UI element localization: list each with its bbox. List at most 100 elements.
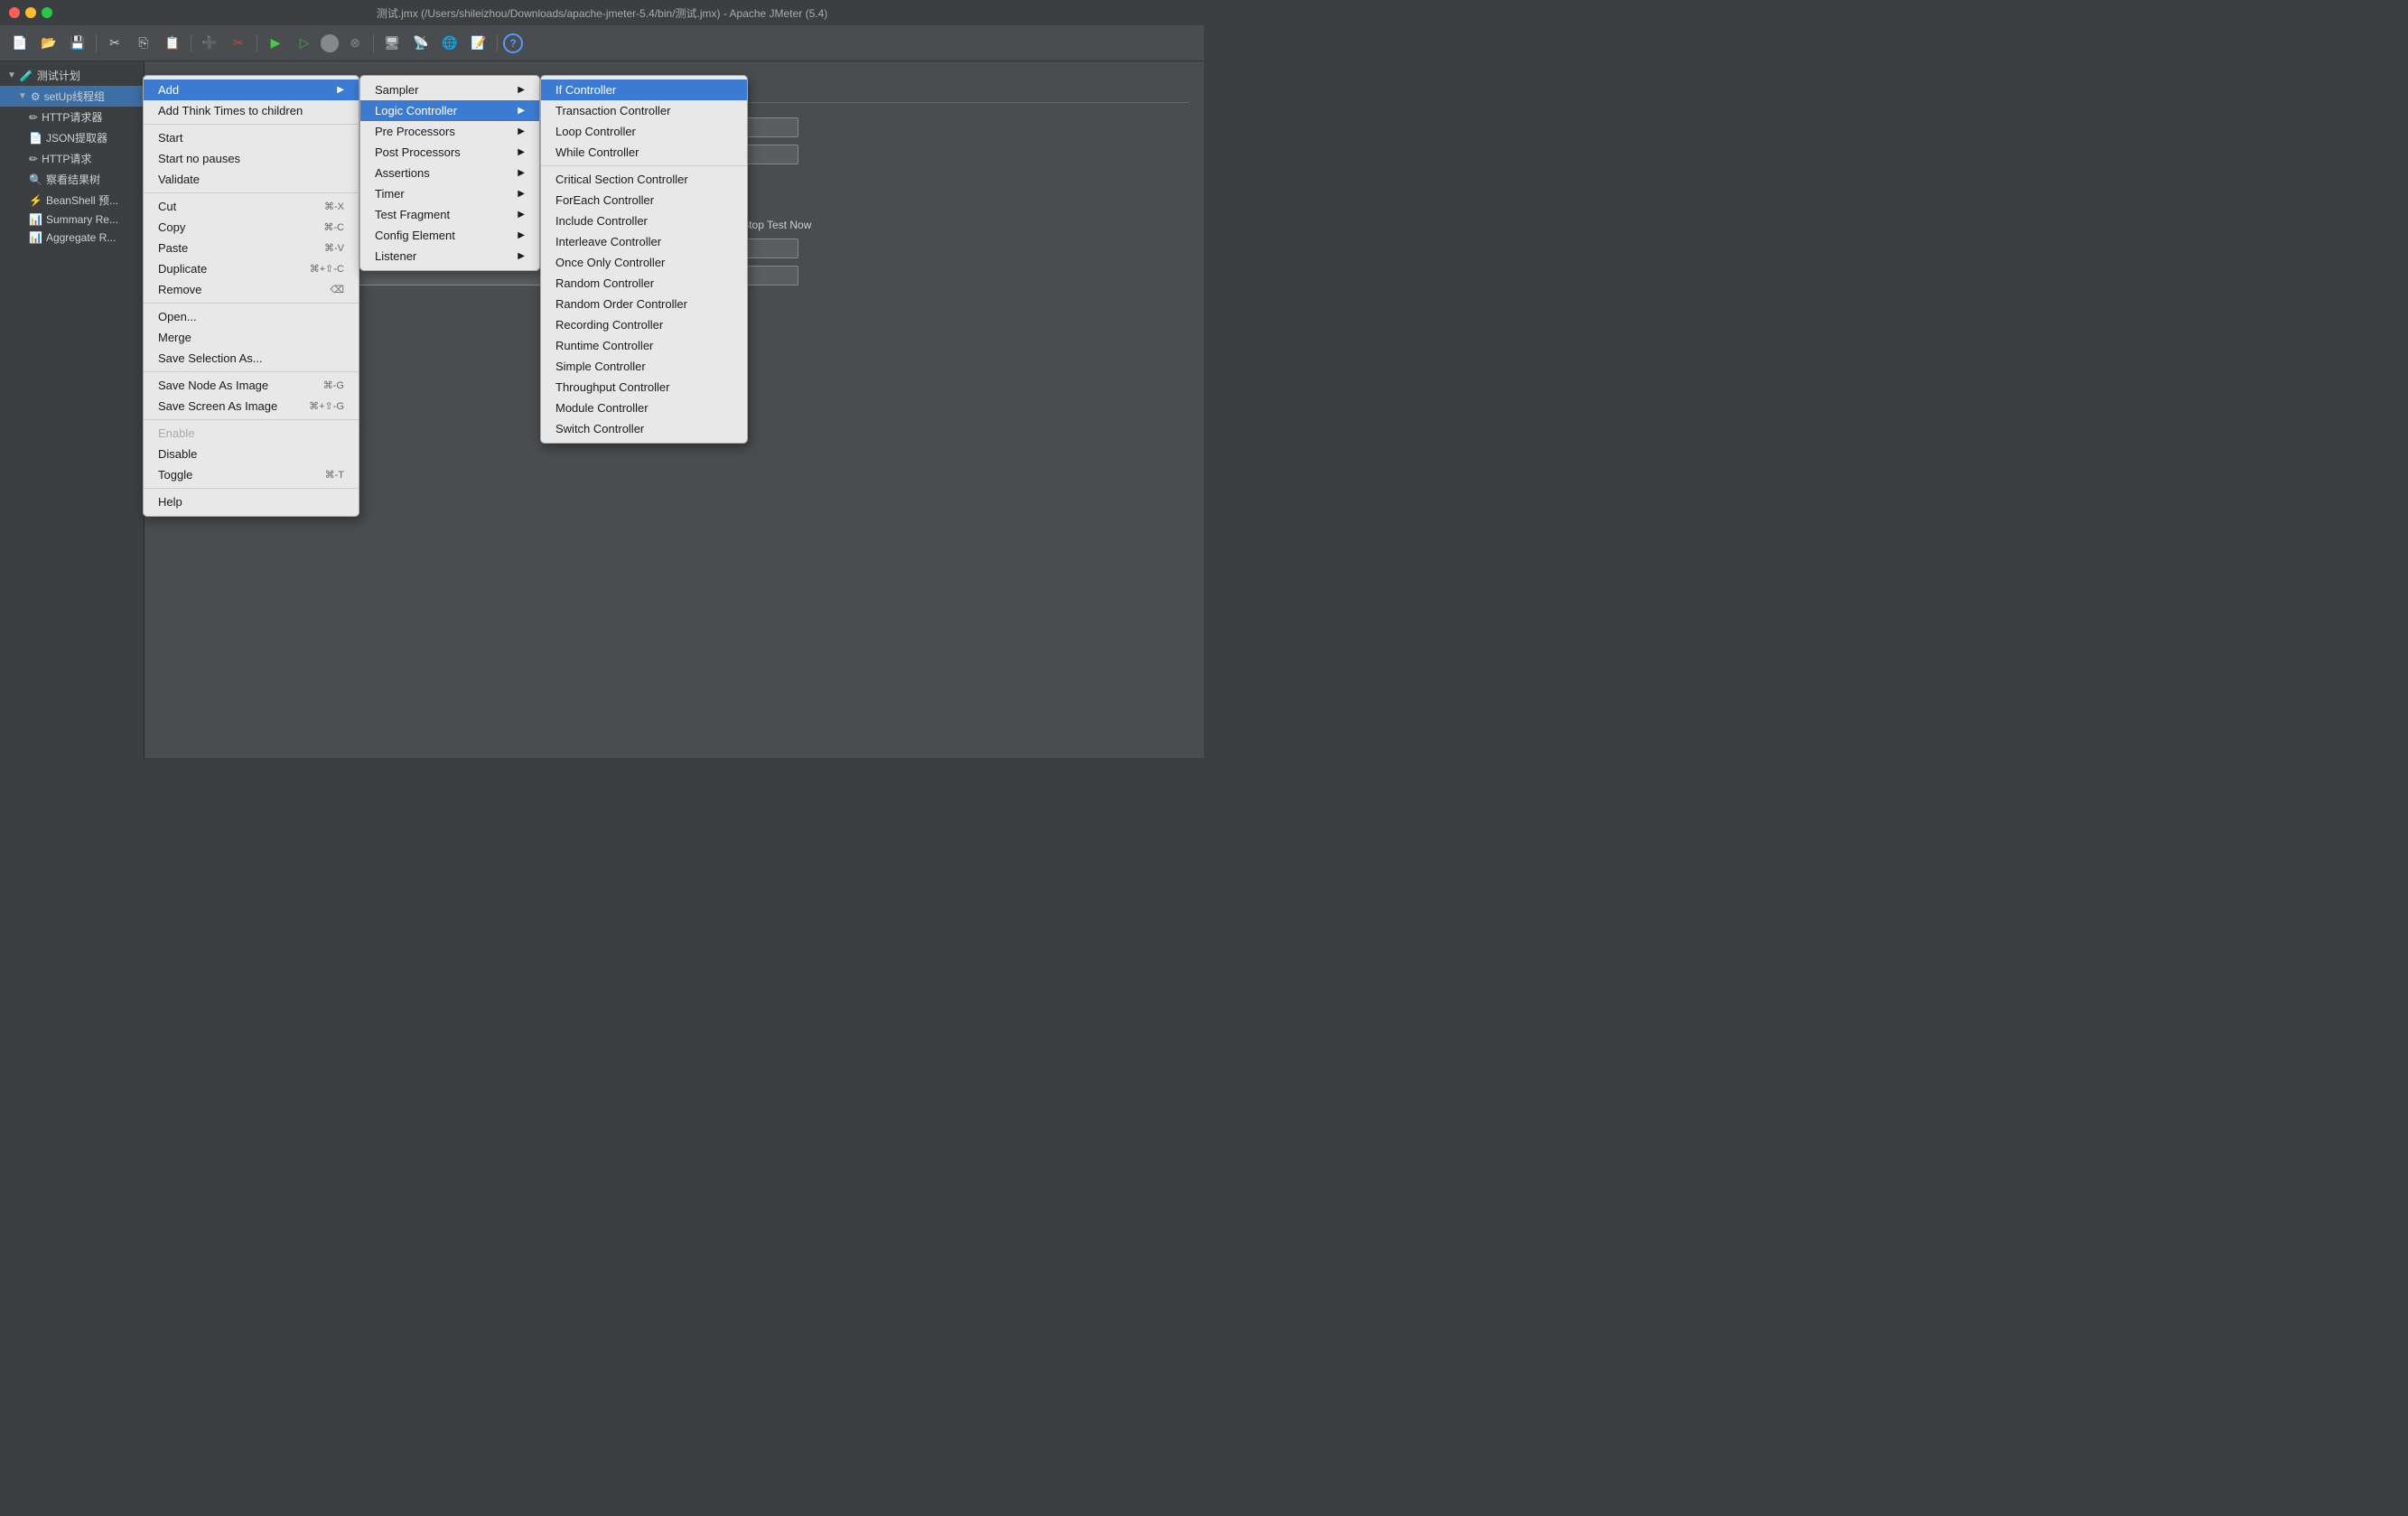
critical-section-label: Critical Section Controller	[555, 173, 733, 186]
duplicate-label: Duplicate	[158, 262, 281, 276]
context-menu-item-save-screen-image[interactable]: Save Screen As Image ⌘+⇧-G	[144, 396, 359, 416]
simple-controller-label: Simple Controller	[555, 360, 733, 373]
logic-module-controller[interactable]: Module Controller	[541, 398, 747, 418]
save-selection-label: Save Selection As...	[158, 351, 344, 365]
module-controller-label: Module Controller	[555, 401, 733, 415]
while-controller-label: While Controller	[555, 145, 733, 159]
add-submenu-logic-controller[interactable]: Logic Controller ▶	[360, 100, 539, 121]
test-fragment-label: Test Fragment	[375, 208, 503, 221]
copy-label: Copy	[158, 220, 294, 234]
context-menu-item-help[interactable]: Help	[144, 491, 359, 512]
switch-controller-label: Switch Controller	[555, 422, 733, 435]
context-menu-item-paste[interactable]: Paste ⌘-V	[144, 238, 359, 258]
start-no-pauses-label: Start no pauses	[158, 152, 344, 165]
logic-loop-controller[interactable]: Loop Controller	[541, 121, 747, 142]
interleave-controller-label: Interleave Controller	[555, 235, 733, 248]
menu-overlay[interactable]: Add ▶ Add Think Times to children Start …	[0, 0, 1204, 758]
add-submenu-timer[interactable]: Timer ▶	[360, 183, 539, 204]
logic-recording-controller[interactable]: Recording Controller	[541, 314, 747, 335]
logic-random-controller[interactable]: Random Controller	[541, 273, 747, 294]
toggle-shortcut: ⌘-T	[325, 469, 344, 481]
separator	[144, 488, 359, 489]
logic-arrow: ▶	[518, 106, 525, 116]
pre-processors-label: Pre Processors	[375, 125, 503, 138]
logic-interleave-controller[interactable]: Interleave Controller	[541, 231, 747, 252]
logic-critical-section[interactable]: Critical Section Controller	[541, 169, 747, 190]
context-menu-item-disable[interactable]: Disable	[144, 444, 359, 464]
loop-controller-label: Loop Controller	[555, 125, 733, 138]
logic-simple-controller[interactable]: Simple Controller	[541, 356, 747, 377]
transaction-controller-label: Transaction Controller	[555, 104, 733, 117]
context-menu-item-save-selection[interactable]: Save Selection As...	[144, 348, 359, 369]
random-order-controller-label: Random Order Controller	[555, 297, 733, 311]
logic-runtime-controller[interactable]: Runtime Controller	[541, 335, 747, 356]
logic-foreach-controller[interactable]: ForEach Controller	[541, 190, 747, 211]
save-node-label: Save Node As Image	[158, 379, 294, 392]
assertions-label: Assertions	[375, 166, 503, 180]
logic-if-controller[interactable]: If Controller	[541, 80, 747, 100]
config-element-label: Config Element	[375, 229, 503, 242]
context-menu-item-open[interactable]: Open...	[144, 306, 359, 327]
logic-switch-controller[interactable]: Switch Controller	[541, 418, 747, 439]
cut-label: Cut	[158, 200, 295, 213]
start-label: Start	[158, 131, 344, 145]
enable-label: Enable	[158, 426, 344, 440]
context-menu-item-think-times[interactable]: Add Think Times to children	[144, 100, 359, 121]
separator	[144, 124, 359, 125]
post-processors-label: Post Processors	[375, 145, 503, 159]
include-controller-label: Include Controller	[555, 214, 733, 228]
context-menu-item-add[interactable]: Add ▶	[144, 80, 359, 100]
test-fragment-arrow: ▶	[518, 210, 525, 220]
add-submenu-pre-processors[interactable]: Pre Processors ▶	[360, 121, 539, 142]
context-menu-item-remove[interactable]: Remove ⌫	[144, 279, 359, 300]
remove-label: Remove	[158, 283, 301, 296]
separator	[541, 165, 747, 166]
add-submenu-listener[interactable]: Listener ▶	[360, 246, 539, 267]
sampler-label: Sampler	[375, 83, 503, 97]
listener-label: Listener	[375, 249, 503, 263]
add-submenu-sampler[interactable]: Sampler ▶	[360, 80, 539, 100]
disable-label: Disable	[158, 447, 344, 461]
context-menu-item-validate[interactable]: Validate	[144, 169, 359, 190]
remove-shortcut: ⌫	[330, 284, 344, 295]
logic-transaction-controller[interactable]: Transaction Controller	[541, 100, 747, 121]
help-label: Help	[158, 495, 344, 509]
save-screen-shortcut: ⌘+⇧-G	[309, 400, 344, 412]
toggle-label: Toggle	[158, 468, 296, 482]
logic-include-controller[interactable]: Include Controller	[541, 211, 747, 231]
paste-shortcut: ⌘-V	[324, 242, 344, 254]
logic-once-only-controller[interactable]: Once Only Controller	[541, 252, 747, 273]
timer-label: Timer	[375, 187, 503, 201]
context-menu-item-duplicate[interactable]: Duplicate ⌘+⇧-C	[144, 258, 359, 279]
arrow-icon: ▶	[337, 85, 344, 95]
sampler-arrow: ▶	[518, 85, 525, 95]
runtime-controller-label: Runtime Controller	[555, 339, 733, 352]
context-menu-item-start-no-pauses[interactable]: Start no pauses	[144, 148, 359, 169]
context-menu-item-cut[interactable]: Cut ⌘-X	[144, 196, 359, 217]
timer-arrow: ▶	[518, 189, 525, 199]
open-label: Open...	[158, 310, 344, 323]
recording-controller-label: Recording Controller	[555, 318, 733, 332]
throughput-controller-label: Throughput Controller	[555, 380, 733, 394]
logic-throughput-controller[interactable]: Throughput Controller	[541, 377, 747, 398]
add-submenu-test-fragment[interactable]: Test Fragment ▶	[360, 204, 539, 225]
cut-shortcut: ⌘-X	[324, 201, 344, 212]
add-submenu: Sampler ▶ Logic Controller ▶ Pre Process…	[359, 75, 540, 271]
listener-arrow: ▶	[518, 251, 525, 261]
context-menu-item-start[interactable]: Start	[144, 127, 359, 148]
context-menu-item-save-node-image[interactable]: Save Node As Image ⌘-G	[144, 375, 359, 396]
logic-while-controller[interactable]: While Controller	[541, 142, 747, 163]
add-submenu-config-element[interactable]: Config Element ▶	[360, 225, 539, 246]
separator	[144, 303, 359, 304]
assertions-arrow: ▶	[518, 168, 525, 178]
context-menu-item-copy[interactable]: Copy ⌘-C	[144, 217, 359, 238]
context-menu-item-merge[interactable]: Merge	[144, 327, 359, 348]
save-screen-label: Save Screen As Image	[158, 399, 280, 413]
add-submenu-post-processors[interactable]: Post Processors ▶	[360, 142, 539, 163]
context-menu-item-toggle[interactable]: Toggle ⌘-T	[144, 464, 359, 485]
add-submenu-assertions[interactable]: Assertions ▶	[360, 163, 539, 183]
copy-shortcut: ⌘-C	[323, 221, 344, 233]
context-menu: Add ▶ Add Think Times to children Start …	[143, 75, 359, 517]
logic-random-order-controller[interactable]: Random Order Controller	[541, 294, 747, 314]
logic-controller-label: Logic Controller	[375, 104, 503, 117]
